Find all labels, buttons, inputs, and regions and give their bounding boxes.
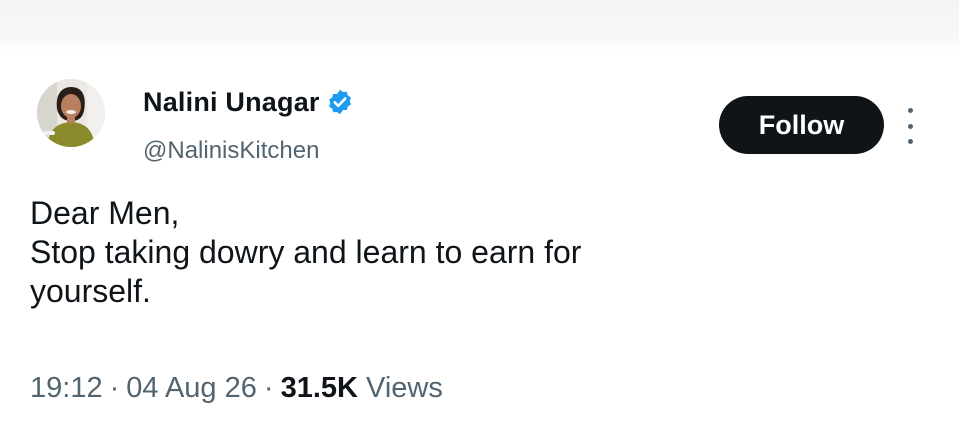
meta-separator: · [109, 372, 120, 404]
author-name-row: Nalini Unagar [143, 84, 354, 120]
views-label: Views [366, 372, 443, 404]
tweet-card: Nalini Unagar @NalinisKitchen Follow Dea… [0, 52, 959, 442]
tweet-date[interactable]: 04 Aug 26 [126, 372, 257, 404]
avatar[interactable] [37, 79, 105, 147]
author-handle[interactable]: @NalinisKitchen [143, 135, 319, 167]
tweet-text: Dear Men, Stop taking dowry and learn to… [30, 194, 890, 311]
verified-badge-icon[interactable] [326, 88, 354, 116]
follow-button[interactable]: Follow [719, 96, 884, 154]
more-dot [907, 139, 913, 144]
tweet-text-line: yourself. [30, 273, 151, 309]
author-display-name[interactable]: Nalini Unagar [143, 84, 320, 120]
views-count[interactable]: 31.5K [281, 372, 358, 404]
tweet-time[interactable]: 19:12 [30, 372, 103, 404]
more-dot [907, 123, 913, 129]
more-vertical-icon[interactable] [902, 108, 918, 144]
tweet-text-line: Stop taking dowry and learn to earn for [30, 234, 582, 270]
tweet-text-line: Dear Men, [30, 195, 180, 231]
avatar-photo [37, 79, 105, 147]
tweet-meta: 19:12 · 04 Aug 26 · 31.5K Views [30, 369, 443, 407]
more-dot [907, 108, 913, 113]
meta-separator: · [263, 372, 274, 404]
top-strip [0, 0, 959, 52]
